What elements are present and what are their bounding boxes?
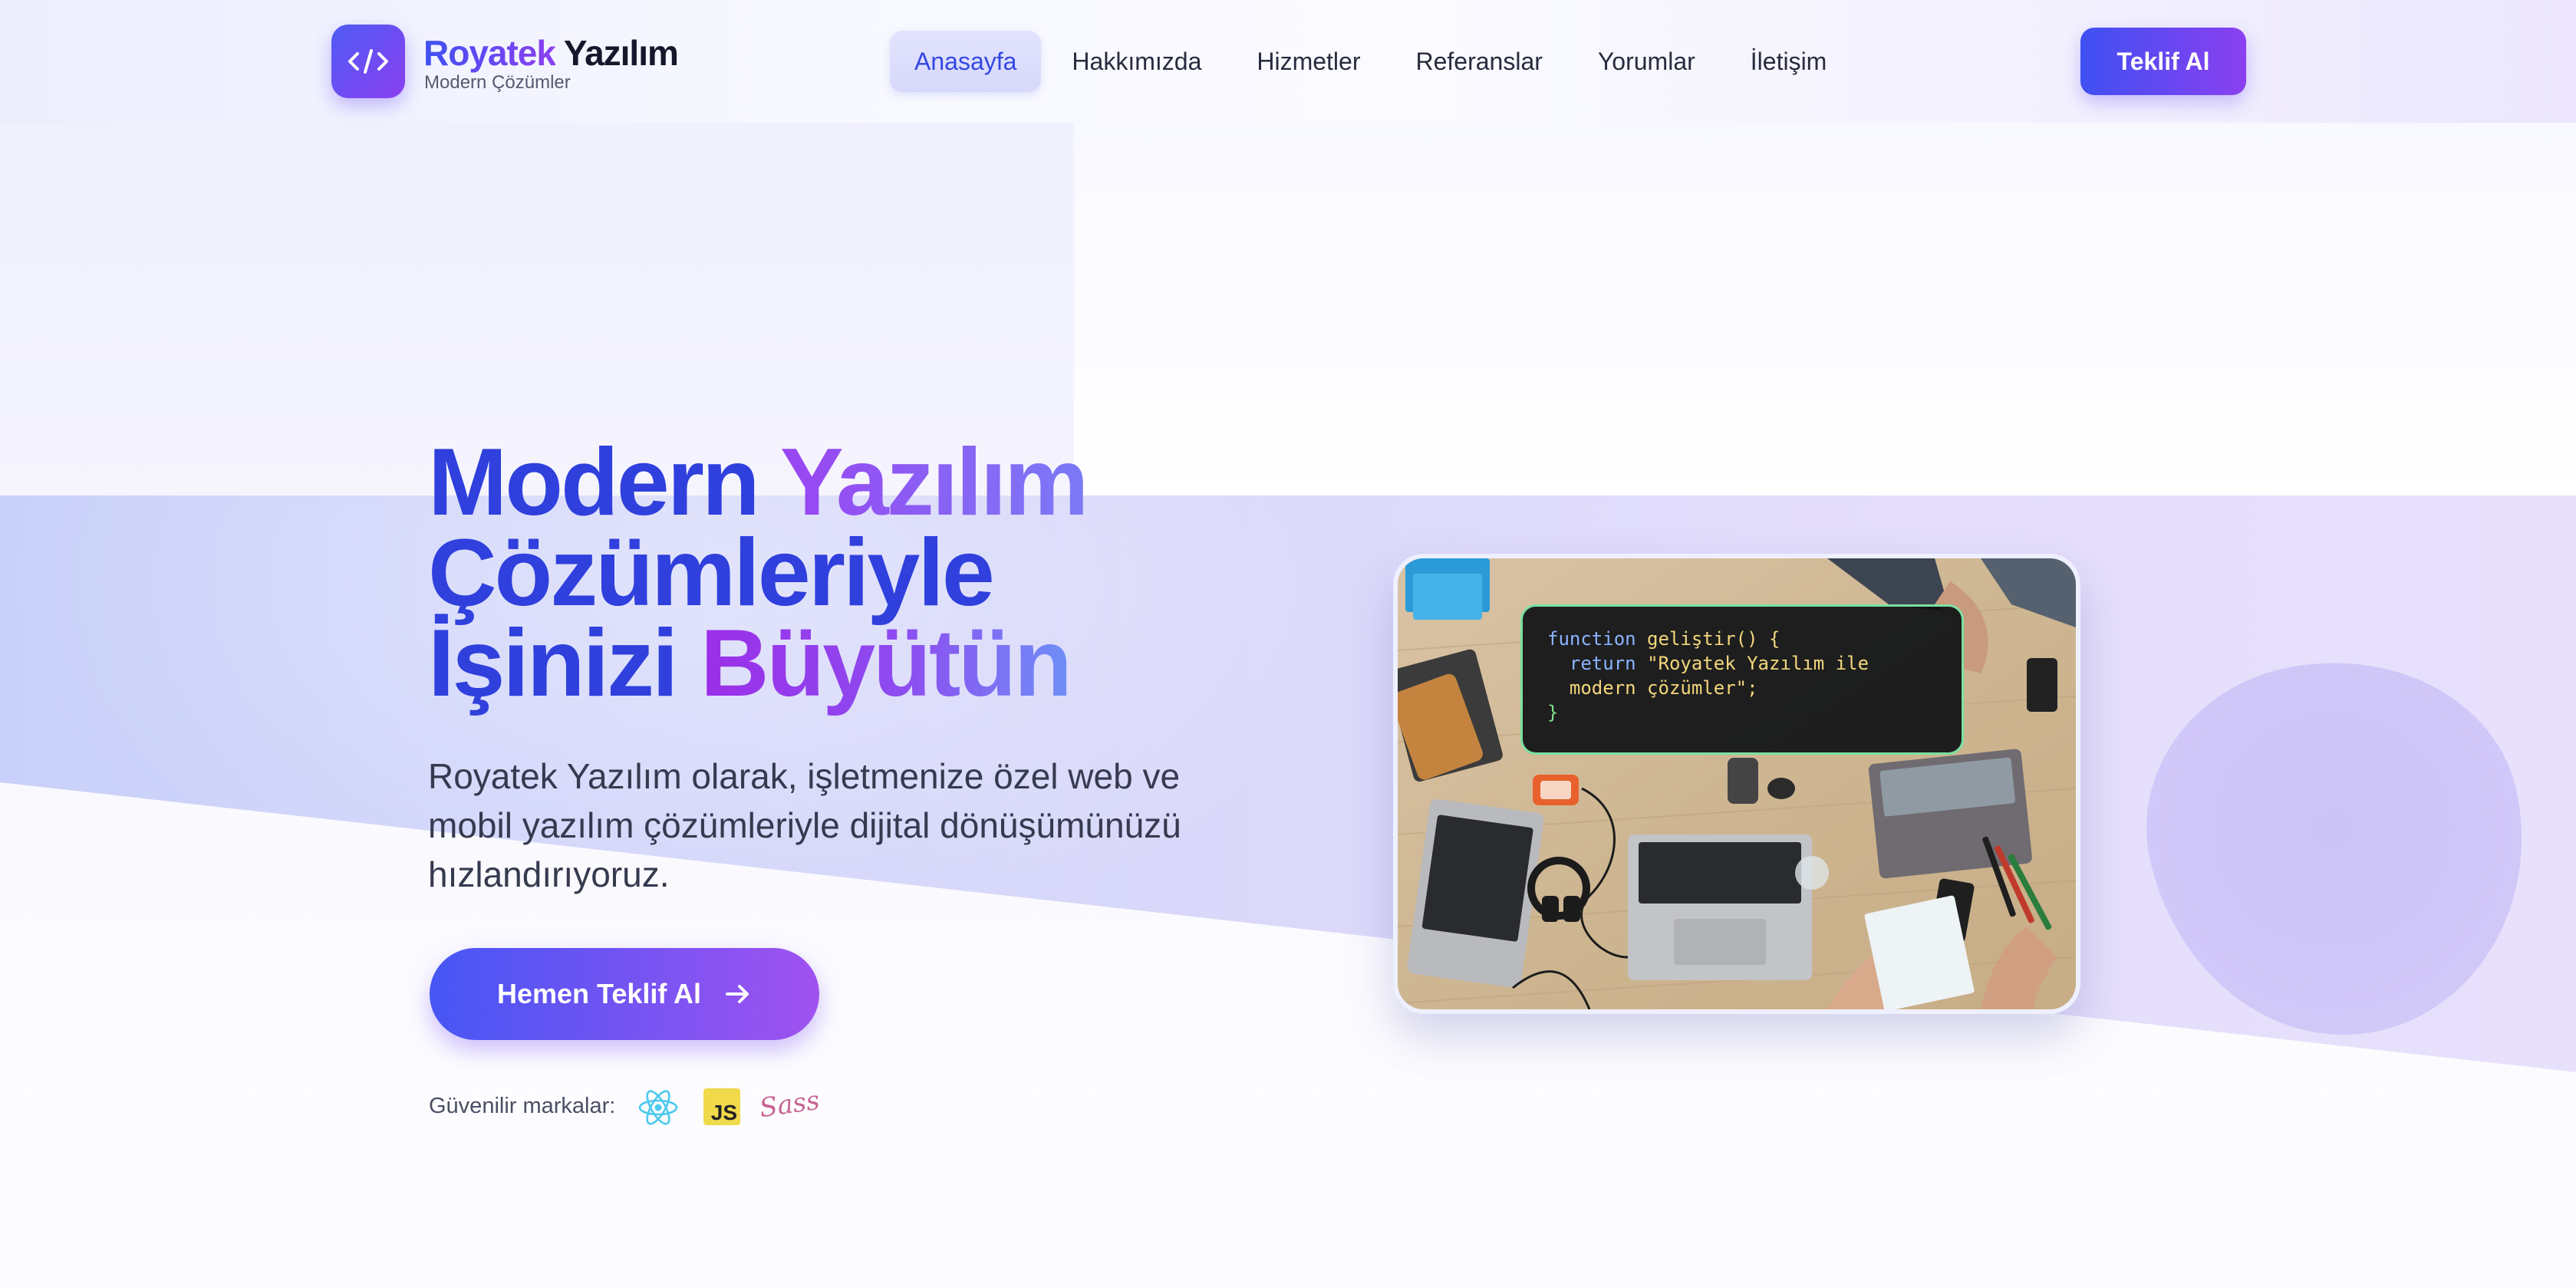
header-cta-button[interactable]: Teklif Al	[2080, 28, 2246, 95]
code-snippet: function geliştir() { return "Royatek Ya…	[1520, 604, 1964, 755]
brand-tagline: Modern Çözümler	[424, 72, 571, 93]
hero-title: Modern Yazılım Çözümleriyle İşinizi Büyü…	[428, 435, 1089, 711]
background-top-right	[1074, 115, 2576, 499]
hero-cta-label: Hemen Teklif Al	[496, 978, 702, 1009]
nav-item-referanslar[interactable]: Referanslar	[1391, 31, 1566, 92]
hero-title-word-buyutun: Büyütün	[700, 611, 1072, 716]
code-string-line1: "Royatek Yazılım ile	[1647, 653, 1869, 674]
hero-cta-button[interactable]: Hemen Teklif Al	[430, 948, 819, 1040]
brand-name[interactable]: Royatek Yazılım	[423, 32, 679, 74]
nav-item-iletisim[interactable]: İletişim	[1726, 31, 1852, 92]
hero-description: Royatek Yazılım olarak, işletmenize özel…	[428, 756, 1181, 894]
arrow-right-icon	[726, 985, 749, 1003]
code-string-line2: modern çözümler";	[1569, 677, 1758, 699]
landing-page: Royatek Yazılım Modern Çözümler Anasayfa…	[0, 0, 2576, 1287]
javascript-icon-text: JS	[710, 1101, 737, 1124]
code-function-name: geliştir() {	[1647, 628, 1780, 650]
code-keyword-return: return	[1569, 653, 1636, 674]
nav-item-anasayfa[interactable]: Anasayfa	[890, 31, 1042, 92]
react-icon	[638, 1090, 678, 1125]
hero-image-card: function geliştir() { return "Royatek Ya…	[1393, 554, 2080, 1014]
javascript-icon: JS	[703, 1088, 740, 1125]
trusted-brands-label: Güvenilir markalar:	[429, 1094, 616, 1118]
sass-icon-text: Sass	[757, 1085, 822, 1124]
sass-icon: Sass	[757, 1083, 821, 1126]
main-nav: Anasayfa Hakkımızda Hizmetler Referansla…	[890, 29, 1857, 94]
nav-item-yorumlar[interactable]: Yorumlar	[1573, 31, 1720, 92]
background-bottom	[0, 1074, 2576, 1287]
hero-title-word-isinizi: İşinizi	[428, 611, 679, 716]
code-brackets-icon[interactable]	[331, 25, 405, 98]
code-keyword-function: function	[1547, 628, 1636, 650]
nav-item-hizmetler[interactable]: Hizmetler	[1232, 31, 1385, 92]
nav-item-hakkimizda[interactable]: Hakkımızda	[1047, 31, 1226, 92]
site-header: Royatek Yazılım Modern Çözümler Anasayfa…	[0, 0, 2576, 123]
brand-name-part2: Yazılım	[563, 33, 679, 73]
hero-title-line1: Modern Yazılım	[428, 435, 1089, 530]
brand-name-part1: Royatek	[423, 33, 556, 73]
hero-title-line3: İşinizi Büyütün	[428, 616, 1086, 711]
hero-title-line2: Çözümleriyle	[428, 520, 995, 626]
code-closing-brace: }	[1547, 702, 1559, 723]
